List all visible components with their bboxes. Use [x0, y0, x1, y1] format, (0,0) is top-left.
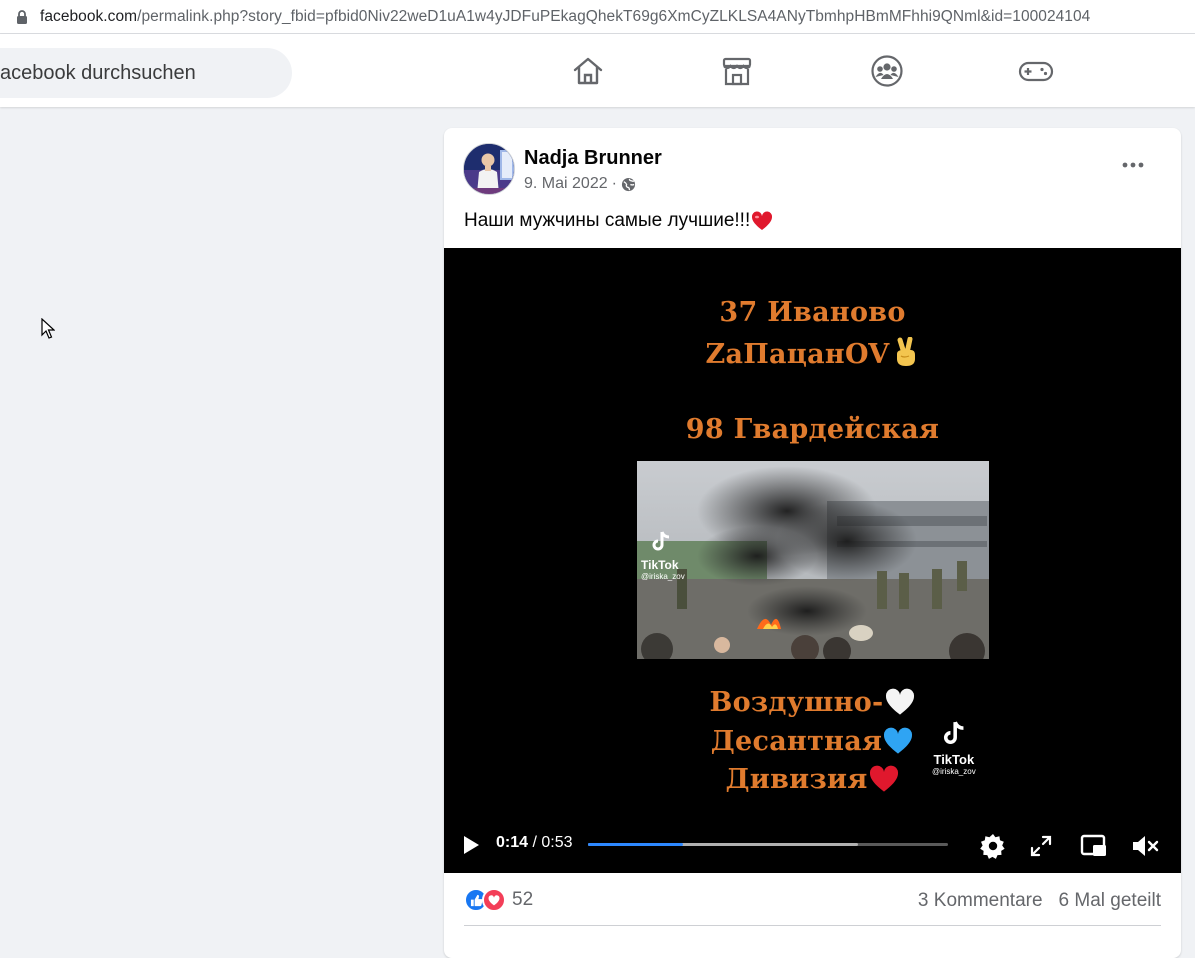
video-player[interactable]: 37 Иваново ZаПацанOV 98 Гвардейская TikT…: [444, 248, 1181, 873]
settings-button[interactable]: [979, 832, 1007, 860]
progress-played: [588, 843, 684, 846]
url-path: /permalink.php?story_fbid=pfbid0Niv22weD…: [137, 7, 1091, 25]
post-date[interactable]: 9. Mai 2022: [524, 175, 608, 193]
tiktok-handle-inset: @iriska_zov: [641, 572, 685, 581]
smoke-scene-image: [637, 461, 989, 659]
gear-icon: [980, 834, 1005, 859]
more-options-button[interactable]: [1115, 152, 1151, 178]
top-navigation: [0, 34, 1195, 107]
home-icon[interactable]: [568, 51, 608, 91]
heart-glyph: [488, 894, 500, 905]
reactions-summary[interactable]: 52: [464, 888, 533, 912]
video-text-line-5: Десантная: [444, 726, 1181, 757]
victory-hand-emoji-icon: [896, 336, 915, 366]
gaming-icon[interactable]: [1016, 51, 1056, 91]
video-text-line-4-label: Воздушно-: [709, 687, 884, 718]
tiktok-logo-icon: [652, 531, 670, 551]
picture-in-picture-icon: [1080, 834, 1106, 856]
post-meta: 9. Mai 2022 ·: [524, 175, 636, 193]
post-divider: [464, 925, 1161, 926]
author-avatar[interactable]: [463, 143, 515, 195]
video-text-line-1: 37 Иваново: [719, 297, 906, 328]
love-reaction-icon: [482, 888, 506, 912]
groups-icon-glyph: [871, 55, 903, 87]
url-text: facebook.com/permalink.php?story_fbid=pf…: [40, 8, 1090, 26]
video-time: 0:14 / 0:53: [496, 834, 573, 852]
time-separator: /: [528, 834, 542, 851]
browser-url-bar[interactable]: facebook.com/permalink.php?story_fbid=pf…: [0, 0, 1195, 34]
author-name[interactable]: Nadja Brunner: [524, 147, 662, 170]
search-box[interactable]: [0, 48, 292, 98]
globe-icon[interactable]: [621, 177, 636, 192]
thumbs-up-glyph: [470, 894, 483, 906]
red-heart-emoji-icon: [869, 765, 898, 792]
gaming-icon-glyph: [1018, 61, 1054, 82]
speaker-muted-icon: [1133, 836, 1159, 856]
tiktok-label: TikTok: [933, 752, 975, 767]
post-caption-text: Наши мужчины самые лучшие!!!: [464, 210, 751, 231]
url-host: facebook.com: [40, 7, 138, 25]
video-text-line-2-label: ZаПацанOV: [705, 339, 890, 370]
tiktok-logo-icon: [943, 721, 964, 745]
tiktok-label-inset: TikTok: [641, 558, 679, 572]
video-progress-bar[interactable]: [588, 843, 948, 846]
video-text-line-3: 98 Гвардейская: [685, 414, 940, 445]
lock-icon: [17, 9, 27, 24]
video-inset-scene: TikTok @iriska_zov: [637, 461, 989, 659]
marketplace-icon[interactable]: [717, 51, 757, 91]
tiktok-handle: @iriska_zov: [932, 767, 976, 776]
white-heart-emoji-icon: [885, 688, 914, 715]
time-total: 0:53: [541, 834, 573, 851]
home-icon-glyph: [573, 57, 603, 85]
video-text-line-5-label: Десантная: [710, 726, 883, 757]
post-stats: 3 Kommentare 6 Mal geteilt: [918, 890, 1161, 912]
shares-count-link[interactable]: 6 Mal geteilt: [1059, 890, 1161, 912]
video-text-line-2: ZаПацанOV: [444, 336, 1181, 370]
picture-in-picture-button[interactable]: [1079, 832, 1109, 860]
play-button[interactable]: [460, 834, 482, 856]
avatar-image: [464, 144, 514, 194]
mouse-cursor-icon: [41, 318, 55, 339]
reaction-count: 52: [512, 889, 534, 910]
marketplace-icon-glyph: [722, 57, 752, 86]
tiktok-watermark-inset: TikTok @iriska_zov: [641, 531, 685, 581]
more-options-icon: [1122, 162, 1144, 168]
play-icon: [464, 836, 479, 854]
video-text-line-6-label: Дивизия: [725, 764, 868, 795]
post-card: Nadja Brunner 9. Mai 2022 · Наши мужчины…: [444, 128, 1181, 958]
video-text-line-6: Дивизия: [444, 764, 1181, 795]
time-current: 0:14: [496, 834, 529, 851]
expand-icon: [1030, 835, 1052, 857]
tiktok-watermark: TikTok @iriska_zov: [932, 721, 976, 776]
groups-icon[interactable]: [867, 51, 907, 91]
meta-separator: ·: [611, 175, 617, 192]
comments-count-link[interactable]: 3 Kommentare: [918, 890, 1043, 912]
video-text-line-4: Воздушно-: [444, 687, 1181, 718]
fullscreen-button[interactable]: [1028, 833, 1054, 859]
video-controls: 0:14 / 0:53: [444, 826, 1181, 866]
search-input[interactable]: [0, 61, 280, 85]
blue-heart-emoji-icon: [884, 727, 913, 754]
post-caption: Наши мужчины самые лучшие!!!: [464, 210, 773, 232]
mute-button[interactable]: [1130, 832, 1160, 860]
heart-emoji-icon: [752, 211, 773, 230]
